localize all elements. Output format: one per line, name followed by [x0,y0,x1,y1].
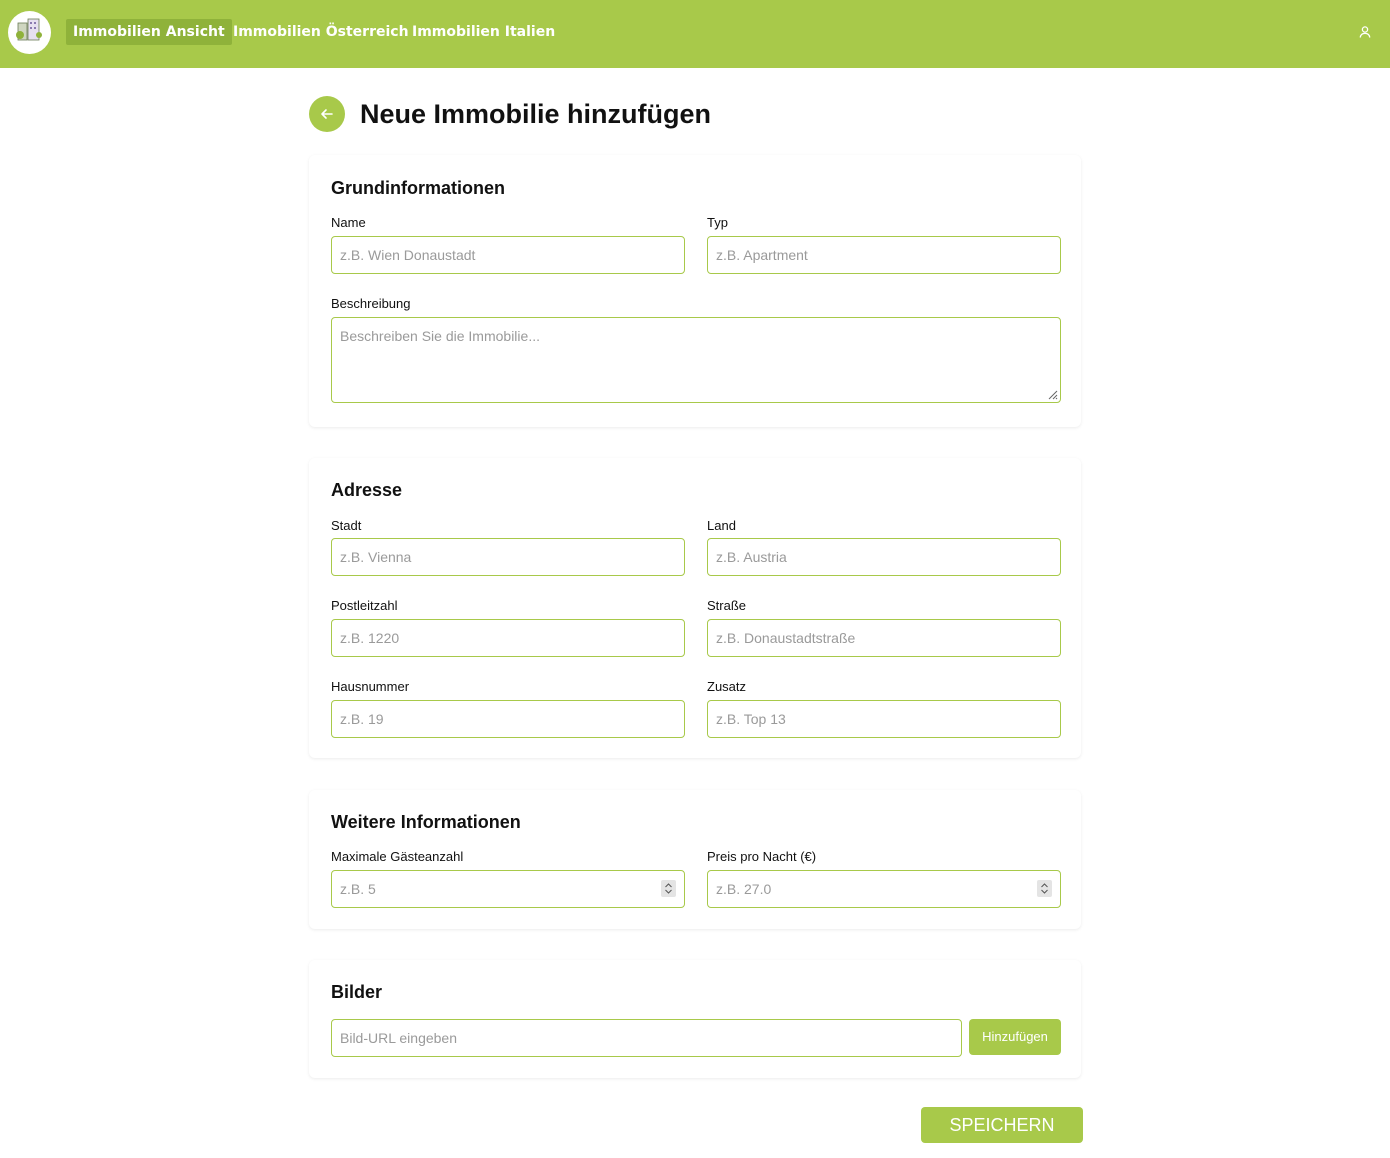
hinzufuegen-button[interactable]: Hinzufügen [969,1019,1061,1055]
nav-immobilien-ansicht[interactable]: Immobilien Ansicht [66,19,232,45]
resize-grip-icon[interactable] [1046,388,1058,400]
number-spinner-icon[interactable] [1037,880,1052,897]
postleitzahl-label: Postleitzahl [331,598,398,613]
section-title-adresse: Adresse [331,480,403,500]
preis-field [707,870,1061,908]
top-navbar: Immobilien Ansicht Immobilien Österreich… [0,0,1390,68]
nav-immobilien-oesterreich[interactable]: Immobilien Österreich [226,19,416,45]
arrow-left-icon [321,109,333,119]
number-spinner-icon[interactable] [661,880,676,897]
typ-input[interactable] [707,236,1061,274]
nav-immobilien-italien[interactable]: Immobilien Italien [405,19,562,45]
section-title-grundinformationen: Grundinformationen [331,178,505,198]
card-weitere-informationen: Weitere Informationen Maximale Gästeanza… [309,790,1081,929]
stadt-input[interactable] [331,538,685,576]
card-bilder: Bilder [309,960,1081,1078]
gaesteanzahl-input[interactable] [331,870,685,908]
beschreibung-textarea[interactable] [331,317,1061,403]
logo-icon [16,18,42,41]
strasse-input[interactable] [707,619,1061,657]
back-button[interactable] [309,96,345,132]
logo[interactable] [8,11,51,54]
typ-label: Typ [707,215,728,230]
land-input[interactable] [707,538,1061,576]
card-grundinformationen: Grundinformationen Name Typ Beschreibung [309,155,1081,427]
land-label: Land [707,518,736,533]
hausnummer-label: Hausnummer [331,679,410,694]
postleitzahl-input[interactable] [331,619,685,657]
speichern-button[interactable]: SPEICHERN [921,1107,1083,1143]
section-title-weitere-informationen: Weitere Informationen [331,812,521,832]
name-label: Name [331,215,366,230]
name-input[interactable] [331,236,685,274]
hausnummer-input[interactable] [331,700,685,738]
strasse-label: Straße [707,598,747,613]
page-title: Neue Immobilie hinzufügen [360,99,712,129]
gaesteanzahl-label: Maximale Gästeanzahl [331,849,464,864]
stadt-label: Stadt [331,518,362,533]
bild-url-input[interactable] [331,1019,962,1057]
user-icon[interactable] [1358,25,1372,39]
zusatz-input[interactable] [707,700,1061,738]
preis-input[interactable] [707,870,1061,908]
zusatz-label: Zusatz [707,679,747,694]
beschreibung-label: Beschreibung [331,296,411,311]
gaesteanzahl-field [331,870,685,908]
preis-label: Preis pro Nacht (€) [707,849,817,864]
section-title-bilder: Bilder [331,982,383,1002]
card-adresse: Adresse Stadt Land Postleitzahl Straße H… [309,458,1081,758]
